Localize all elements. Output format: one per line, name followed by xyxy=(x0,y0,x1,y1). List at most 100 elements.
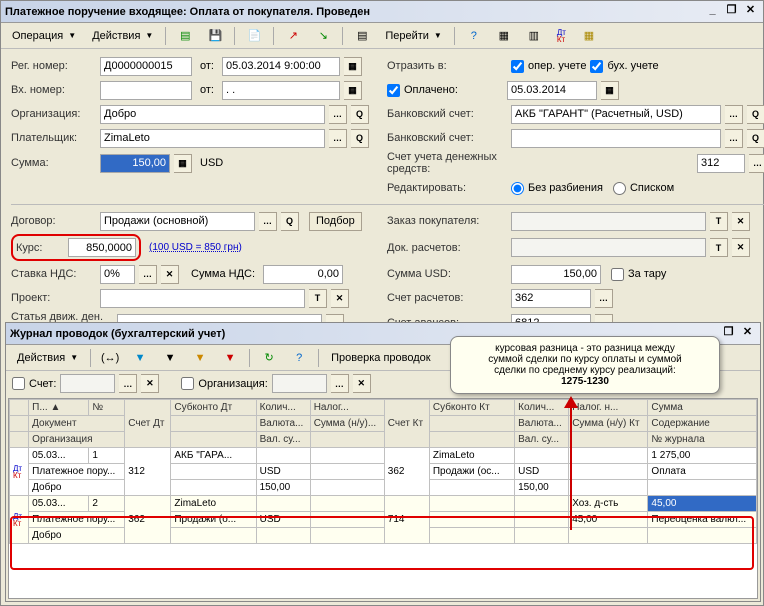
bank-acc-input[interactable]: АКБ "ГАРАНТ" (Расчетный, USD) xyxy=(511,105,721,124)
table-row[interactable]: Добро 150,00 150,00 xyxy=(10,480,757,496)
down-icon[interactable]: ↘ xyxy=(309,25,337,47)
date-picker-icon[interactable]: ▦ xyxy=(344,57,362,76)
filter-org-input[interactable] xyxy=(272,374,327,393)
vat-pick-icon[interactable]: … xyxy=(139,265,157,284)
filter-acc-pick-icon[interactable]: … xyxy=(119,374,137,393)
table-row[interactable]: ДтКт 05.03... 1 312 АКБ "ГАРА... 362 Zim… xyxy=(10,448,757,464)
bank-acc-label: Банковский счет: xyxy=(387,108,507,120)
journal-grid[interactable]: П... ▲ № Счет Дт Субконто Дт Колич... На… xyxy=(8,398,758,599)
refresh-icon[interactable]: ↻ xyxy=(255,347,283,369)
table-row[interactable]: Платежное пору... USD Продажи (ос...USD … xyxy=(10,464,757,480)
up-icon[interactable]: ↗ xyxy=(279,25,307,47)
reg-number-input[interactable]: Д0000000015 xyxy=(100,57,192,76)
oper-checkbox[interactable]: опер. учете xyxy=(511,60,586,73)
journal-close-button[interactable]: ✕ xyxy=(739,325,756,342)
filter-clear-icon[interactable]: ▼ xyxy=(216,347,244,369)
help-icon[interactable]: ? xyxy=(460,25,488,47)
filter-acc-input[interactable] xyxy=(60,374,115,393)
sum-label: Сумма: xyxy=(11,157,96,169)
podbor-button[interactable]: Подбор xyxy=(309,212,362,231)
rate-input[interactable]: 850,0000 xyxy=(68,238,136,257)
sum-usd-input[interactable]: 150,00 xyxy=(511,265,601,284)
settle-acc-input[interactable]: 362 xyxy=(511,289,591,308)
bank-acc2-pick-icon[interactable]: … xyxy=(725,129,743,148)
filter3-icon[interactable]: ▼ xyxy=(156,347,184,369)
bank-acc2-input[interactable] xyxy=(511,129,721,148)
bux-checkbox[interactable]: бух. учете xyxy=(590,60,658,73)
in-number-input[interactable] xyxy=(100,81,192,100)
dtkt-icon[interactable]: ДтКт xyxy=(550,25,573,47)
payer-pick-icon[interactable]: … xyxy=(329,129,347,148)
organization-pick-icon[interactable]: … xyxy=(329,105,347,124)
contract-input[interactable]: Продажи (основной) xyxy=(100,212,255,231)
project-clear-icon[interactable]: ✕ xyxy=(331,289,349,308)
payer-input[interactable]: ZimaLeto xyxy=(100,129,325,148)
order-clear-icon[interactable]: ✕ xyxy=(732,212,750,231)
money-acc-pick-icon[interactable]: … xyxy=(749,154,764,173)
doc-rasch-input[interactable] xyxy=(511,238,706,257)
in-date-input[interactable]: . . xyxy=(222,81,340,100)
za-taru-checkbox[interactable]: За тару xyxy=(611,268,666,281)
doc-rasch-t-icon[interactable]: T xyxy=(710,238,728,257)
bank-acc-pick-icon[interactable]: … xyxy=(725,105,743,124)
rate-calc-link[interactable]: (100 USD = 850 грн) xyxy=(149,242,242,253)
bank-acc-search-icon[interactable]: Q xyxy=(747,105,764,124)
settle-acc-pick-icon[interactable]: … xyxy=(595,289,613,308)
sum-input[interactable]: 150,00 xyxy=(100,154,170,173)
paid-date-picker-icon[interactable]: ▦ xyxy=(601,81,619,100)
paid-date-input[interactable]: 05.03.2014 xyxy=(507,81,597,100)
organization-search-icon[interactable]: Q xyxy=(351,105,369,124)
form-icon[interactable]: ▦ xyxy=(490,25,518,47)
vat-clear-icon[interactable]: ✕ xyxy=(161,265,179,284)
report-icon[interactable]: ▥ xyxy=(520,25,548,47)
restore-button[interactable]: ❐ xyxy=(723,3,740,20)
in-number-label: Вх. номер: xyxy=(11,84,96,96)
project-t-icon[interactable]: T xyxy=(309,289,327,308)
vat-sum-input[interactable]: 0,00 xyxy=(263,265,343,284)
radio-nosplit[interactable]: Без разбиения xyxy=(511,182,603,195)
goto-menu[interactable]: Перейти▼ xyxy=(378,26,449,46)
check-entries-button[interactable]: Проверка проводок xyxy=(324,348,437,368)
bank-acc2-search-icon[interactable]: Q xyxy=(747,129,764,148)
organization-input[interactable]: Добро xyxy=(100,105,325,124)
journal-actions-menu[interactable]: Действия▼ xyxy=(10,348,85,368)
table-row-selected[interactable]: Платежное пору... Продажи (о...USD 45,00… xyxy=(10,512,757,528)
vat-input[interactable]: 0% xyxy=(100,265,135,284)
minimize-button[interactable]: _ xyxy=(704,3,721,20)
operation-menu[interactable]: Операция▼ xyxy=(5,26,83,46)
table-icon[interactable]: ▦ xyxy=(575,25,603,47)
list-icon[interactable]: ▤ xyxy=(348,25,376,47)
filter1-icon[interactable]: (↔) xyxy=(96,347,124,369)
paid-checkbox[interactable]: Оплачено: xyxy=(387,84,503,97)
post-icon[interactable]: ▤ xyxy=(171,25,199,47)
journal-help-icon[interactable]: ? xyxy=(285,347,313,369)
save-icon[interactable]: 💾 xyxy=(201,25,229,47)
money-acc-input[interactable]: 312 xyxy=(697,154,745,173)
payer-search-icon[interactable]: Q xyxy=(351,129,369,148)
table-row-selected[interactable]: Добро xyxy=(10,528,757,544)
date-picker2-icon[interactable]: ▦ xyxy=(344,81,362,100)
radio-list[interactable]: Списком xyxy=(613,182,674,195)
project-input[interactable] xyxy=(100,289,305,308)
filter-org-pick-icon[interactable]: … xyxy=(331,374,349,393)
filter-acc-clear-icon[interactable]: ✕ xyxy=(141,374,159,393)
filter-acc-checkbox[interactable]: Счет: xyxy=(12,377,56,390)
filter-org-clear-icon[interactable]: ✕ xyxy=(353,374,371,393)
contract-search-icon[interactable]: Q xyxy=(281,212,299,231)
filter2-icon[interactable]: ▼ xyxy=(126,347,154,369)
journal-restore-button[interactable]: ❐ xyxy=(720,325,737,342)
close-button[interactable]: ✕ xyxy=(742,3,759,20)
actions-menu[interactable]: Действия▼ xyxy=(85,26,160,46)
doc-rasch-clear-icon[interactable]: ✕ xyxy=(732,238,750,257)
contract-pick-icon[interactable]: … xyxy=(259,212,277,231)
organization-label: Организация: xyxy=(11,108,96,120)
filter4-icon[interactable]: ▼ xyxy=(186,347,214,369)
calc-icon[interactable]: ▦ xyxy=(174,154,192,173)
order-input[interactable] xyxy=(511,212,706,231)
file-icon[interactable]: 📄 xyxy=(240,25,268,47)
reg-date-input[interactable]: 05.03.2014 9:00:00 xyxy=(222,57,340,76)
order-t-icon[interactable]: T xyxy=(710,212,728,231)
filter-org-checkbox[interactable]: Организация: xyxy=(181,377,267,390)
money-acc-label: Счет учета денежных средств: xyxy=(387,151,542,175)
table-row-selected[interactable]: ДтКт 05.03... 2 362 ZimaLeto 714 Хоз. д-… xyxy=(10,496,757,512)
